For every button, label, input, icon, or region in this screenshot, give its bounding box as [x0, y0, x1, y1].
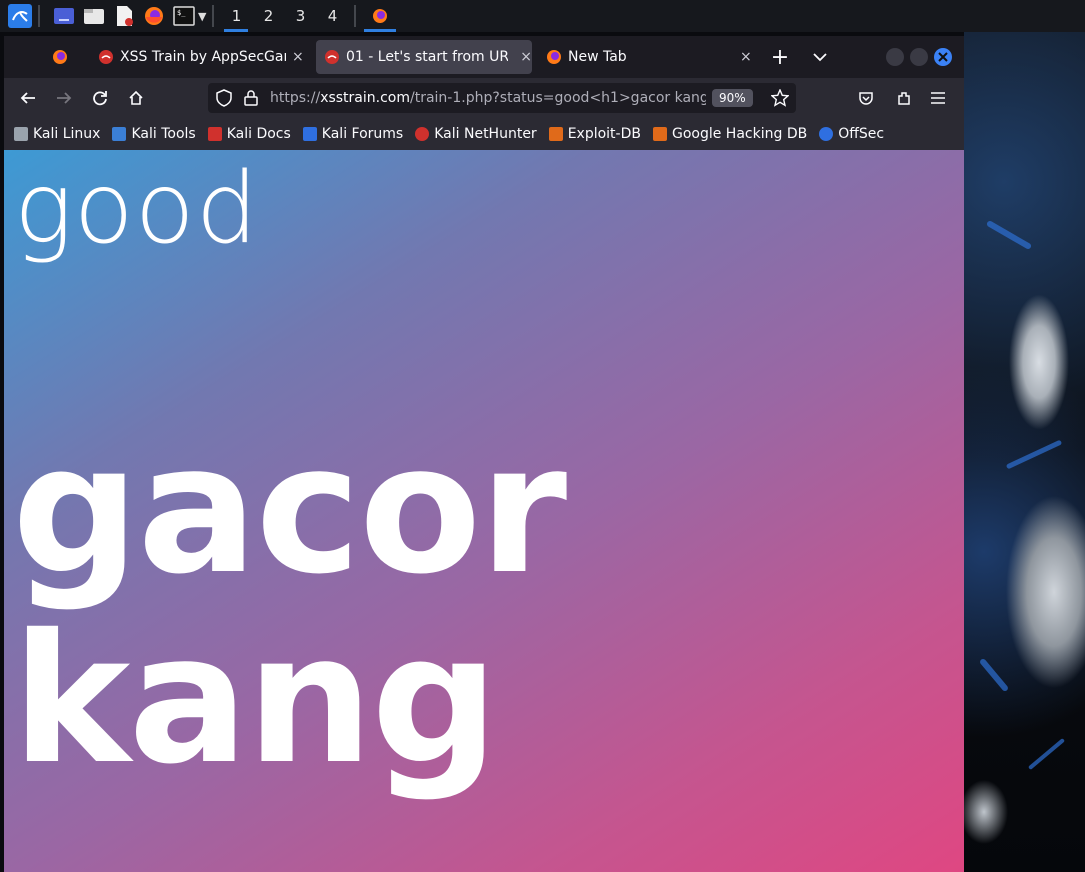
- nethunter-icon: [415, 127, 430, 141]
- taskbar-firefox-window[interactable]: [362, 0, 398, 32]
- browser-window: XSS Train by AppSecGam × 01 - Let's star…: [4, 36, 964, 872]
- xsstrain-icon: [325, 50, 339, 64]
- terminal-dropdown-icon[interactable]: ▼: [198, 10, 206, 23]
- tab-title: 01 - Let's start from URL: [346, 49, 509, 65]
- back-button[interactable]: [14, 84, 42, 112]
- bookmark-kali-docs[interactable]: Kali Docs: [207, 126, 291, 142]
- bookmark-kali-linux[interactable]: Kali Linux: [14, 126, 100, 142]
- ghdb-icon: [652, 127, 667, 141]
- tab-title: XSS Train by AppSecGam: [120, 49, 286, 65]
- bookmark-offsec[interactable]: OffSec: [819, 126, 884, 142]
- tracking-protection-icon[interactable]: [216, 89, 232, 107]
- desktop-wallpaper: [964, 32, 1085, 872]
- url-host: xsstrain.com: [320, 90, 410, 106]
- kali-forums-icon: [302, 127, 317, 141]
- tab-close-icon[interactable]: ×: [740, 49, 752, 65]
- tab-bar: XSS Train by AppSecGam × 01 - Let's star…: [4, 36, 964, 78]
- tab-title: New Tab: [568, 49, 627, 65]
- url-bar[interactable]: https://xsstrain.com/train-1.php?status=…: [208, 83, 796, 113]
- terminal-icon[interactable]: $_: [172, 4, 196, 28]
- bookmark-kali-nethunter[interactable]: Kali NetHunter: [415, 126, 537, 142]
- injected-heading: gacor kang: [12, 415, 567, 795]
- bookmark-google-hacking-db[interactable]: Google Hacking DB: [652, 126, 807, 142]
- file-manager-icon[interactable]: [82, 4, 106, 28]
- panel-separator: [354, 5, 357, 27]
- show-desktop-icon[interactable]: [52, 4, 76, 28]
- kali-dragon-icon: [14, 127, 28, 141]
- tab-close-icon[interactable]: ×: [292, 49, 304, 65]
- home-button[interactable]: [122, 84, 150, 112]
- kali-menu-icon[interactable]: [8, 4, 32, 28]
- new-tab-button[interactable]: +: [766, 43, 794, 71]
- heading-line-1: gacor: [12, 406, 567, 613]
- svg-text:$_: $_: [177, 9, 186, 17]
- url-path: /train-1.php?status=good<h1>gacor kang</…: [410, 90, 706, 106]
- tab-lets-start-from-url[interactable]: 01 - Let's start from URL ×: [316, 40, 532, 74]
- workspace-4[interactable]: 4: [316, 0, 348, 32]
- url-protocol: https://: [270, 90, 321, 106]
- minimize-button[interactable]: [886, 48, 904, 66]
- xsstrain-icon: [99, 50, 113, 64]
- firefox-icon: [373, 9, 388, 23]
- firefox-launcher-icon[interactable]: [142, 4, 166, 28]
- maximize-button[interactable]: [910, 48, 928, 66]
- tab-xss-train[interactable]: XSS Train by AppSecGam ×: [98, 40, 306, 74]
- text-editor-icon[interactable]: [112, 4, 136, 28]
- app-menu-button[interactable]: [924, 84, 952, 112]
- panel-separator: [38, 5, 40, 27]
- list-all-tabs-button[interactable]: [806, 43, 834, 71]
- bookmarks-toolbar: Kali Linux Kali Tools Kali Docs Kali For…: [4, 118, 964, 151]
- offsec-icon: [819, 127, 834, 141]
- tab-close-icon[interactable]: ×: [520, 49, 532, 65]
- url-text[interactable]: https://xsstrain.com/train-1.php?status=…: [270, 90, 706, 106]
- tab-pinned-firefox[interactable]: [52, 40, 78, 74]
- firefox-icon: [53, 50, 67, 64]
- tab-new-tab[interactable]: New Tab ×: [546, 40, 752, 74]
- bookmark-star-icon[interactable]: [770, 89, 789, 107]
- pocket-button[interactable]: [852, 84, 880, 112]
- workspace-1[interactable]: 1: [220, 0, 252, 32]
- panel-separator: [212, 5, 215, 27]
- status-text: good: [14, 152, 259, 266]
- bookmark-exploit-db[interactable]: Exploit-DB: [548, 126, 641, 142]
- forward-button[interactable]: [50, 84, 78, 112]
- extensions-button[interactable]: [890, 84, 918, 112]
- workspace-2[interactable]: 2: [252, 0, 284, 32]
- page-content: good gacor kang: [4, 150, 964, 872]
- lock-icon[interactable]: [244, 90, 258, 106]
- close-window-button[interactable]: [934, 48, 952, 66]
- zoom-level-button[interactable]: 90%: [712, 89, 753, 107]
- top-panel: $_ ▼ 1 2 3 4: [0, 0, 1085, 32]
- firefox-icon: [547, 50, 561, 64]
- reload-button[interactable]: [86, 84, 114, 112]
- kali-tools-icon: [112, 127, 127, 141]
- bookmark-kali-tools[interactable]: Kali Tools: [112, 126, 196, 142]
- navigation-toolbar: https://xsstrain.com/train-1.php?status=…: [4, 78, 964, 118]
- kali-docs-icon: [207, 127, 222, 141]
- bookmark-kali-forums[interactable]: Kali Forums: [302, 126, 403, 142]
- workspace-3[interactable]: 3: [284, 0, 316, 32]
- heading-line-2: kang: [12, 596, 499, 803]
- exploit-db-icon: [548, 127, 563, 141]
